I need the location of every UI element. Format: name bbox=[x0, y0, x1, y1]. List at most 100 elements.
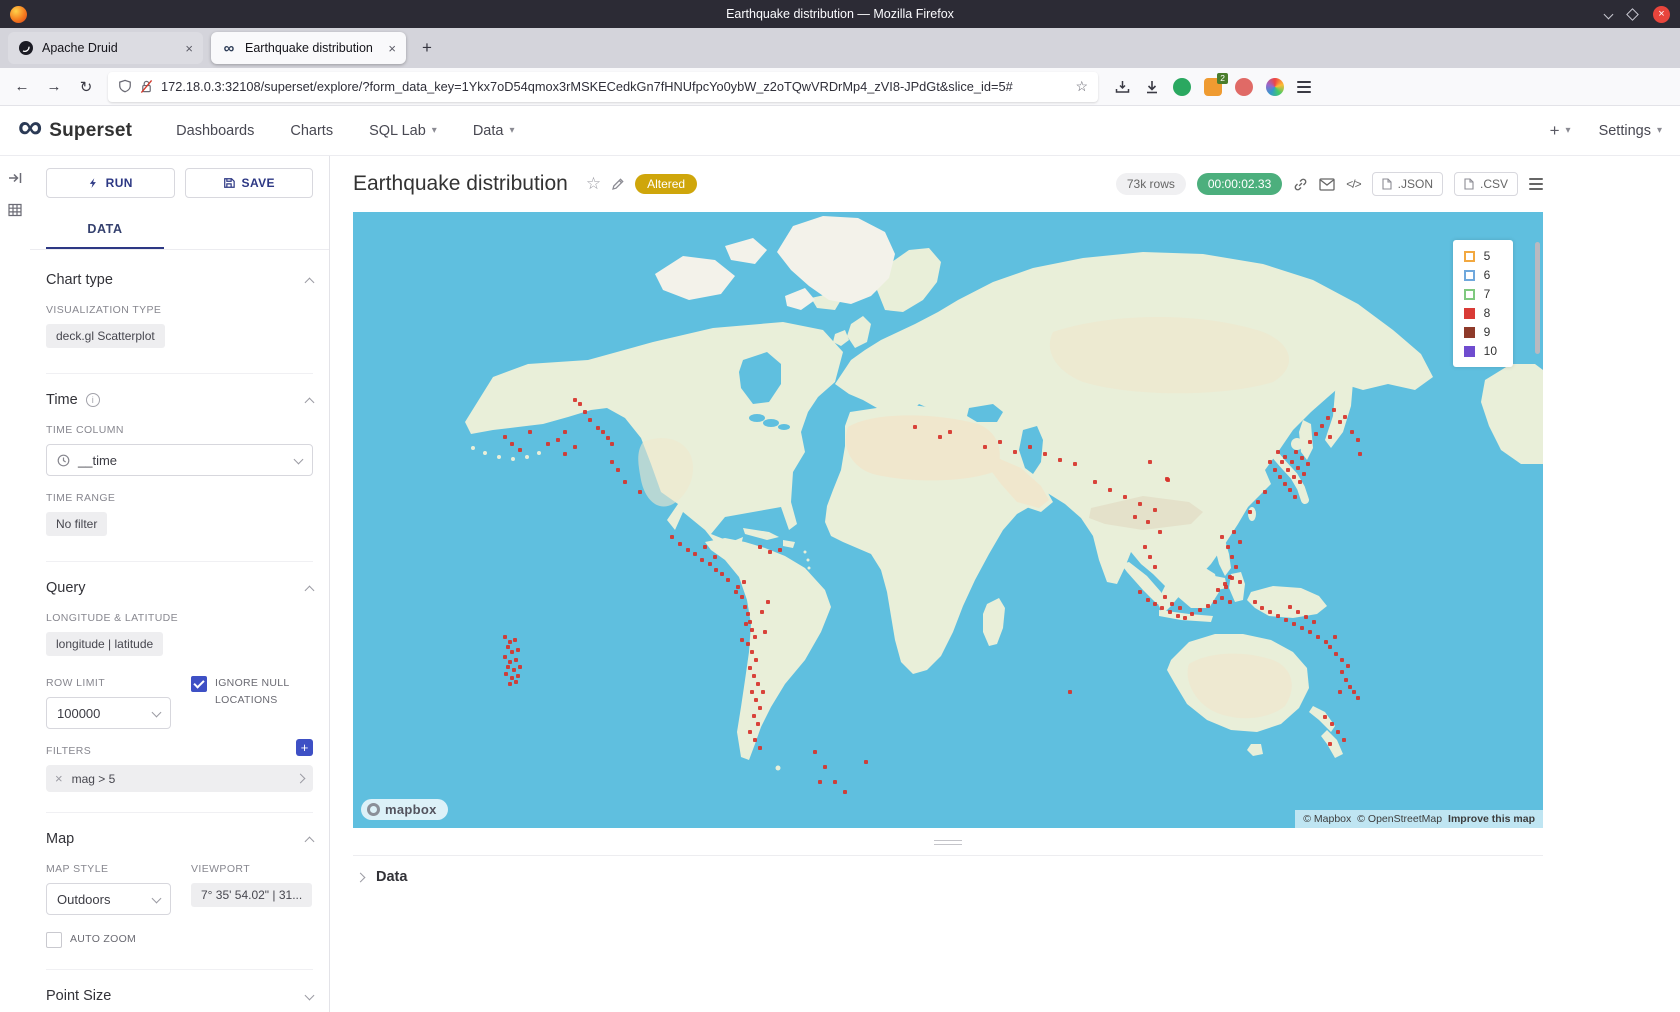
row-limit-select[interactable]: 100000 bbox=[46, 697, 171, 729]
earthquake-point[interactable] bbox=[750, 628, 754, 632]
dataset-grid-icon[interactable] bbox=[7, 202, 23, 218]
earthquake-point[interactable] bbox=[1260, 606, 1264, 610]
attribution-osm-link[interactable]: © OpenStreetMap bbox=[1357, 813, 1442, 825]
earthquake-point[interactable] bbox=[503, 635, 507, 639]
earthquake-point[interactable] bbox=[1123, 495, 1127, 499]
nav-item-charts[interactable]: Charts bbox=[290, 123, 333, 139]
earthquake-point[interactable] bbox=[1220, 535, 1224, 539]
map-legend[interactable]: 5678910 bbox=[1453, 240, 1513, 367]
url-text[interactable]: 172.18.0.3:32108/superset/explore/?form_… bbox=[161, 79, 1067, 94]
window-maximize-icon[interactable] bbox=[1626, 8, 1639, 21]
earthquake-point[interactable] bbox=[1224, 585, 1228, 589]
earthquake-point[interactable] bbox=[758, 706, 762, 710]
earthquake-point[interactable] bbox=[1138, 502, 1142, 506]
earthquake-point[interactable] bbox=[758, 746, 762, 750]
time-column-select[interactable]: __time bbox=[46, 444, 313, 476]
earthquake-point[interactable] bbox=[736, 585, 740, 589]
embed-code-icon[interactable]: </> bbox=[1346, 177, 1360, 191]
earthquake-point[interactable] bbox=[748, 620, 752, 624]
section-header[interactable]: Chart type bbox=[46, 272, 313, 288]
earthquake-point[interactable] bbox=[743, 605, 747, 609]
earthquake-point[interactable] bbox=[1226, 545, 1230, 549]
browser-tab-apache-druid[interactable]: Apache Druid × bbox=[8, 32, 203, 64]
tab-data[interactable]: DATA bbox=[46, 212, 164, 249]
run-button[interactable]: RUN bbox=[46, 168, 175, 198]
bookmark-star-icon[interactable]: ☆ bbox=[1075, 78, 1088, 95]
earthquake-point[interactable] bbox=[508, 682, 512, 686]
legend-item[interactable]: 5 bbox=[1464, 249, 1497, 263]
earthquake-point[interactable] bbox=[768, 550, 772, 554]
earthquake-point[interactable] bbox=[601, 430, 605, 434]
longitude-latitude-chip[interactable]: longitude | latitude bbox=[46, 632, 163, 656]
earthquake-point[interactable] bbox=[1013, 450, 1017, 454]
earthquake-point[interactable] bbox=[1138, 590, 1142, 594]
expand-datasource-panel-icon[interactable] bbox=[7, 170, 23, 186]
earthquake-point[interactable] bbox=[508, 640, 512, 644]
email-icon[interactable] bbox=[1319, 178, 1335, 191]
section-header[interactable]: Point Size bbox=[46, 988, 313, 1004]
earthquake-point[interactable] bbox=[1342, 738, 1346, 742]
earthquake-point[interactable] bbox=[514, 658, 518, 662]
earthquake-point[interactable] bbox=[1326, 416, 1330, 420]
earthquake-point[interactable] bbox=[1292, 475, 1296, 479]
save-button[interactable]: SAVE bbox=[185, 168, 314, 198]
extension-orange-icon[interactable]: 2 bbox=[1204, 78, 1222, 96]
earthquake-point[interactable] bbox=[1352, 690, 1356, 694]
earthquake-point[interactable] bbox=[766, 600, 770, 604]
section-header[interactable]: Map bbox=[46, 831, 313, 847]
earthquake-point[interactable] bbox=[734, 590, 738, 594]
earthquake-point[interactable] bbox=[1273, 468, 1277, 472]
forward-button[interactable]: → bbox=[44, 78, 64, 95]
earthquake-point[interactable] bbox=[1290, 460, 1294, 464]
earthquake-point[interactable] bbox=[1043, 452, 1047, 456]
earthquake-point[interactable] bbox=[1306, 462, 1310, 466]
browser-menu-icon[interactable] bbox=[1297, 81, 1311, 93]
earthquake-point[interactable] bbox=[1283, 482, 1287, 486]
window-minimize-icon[interactable] bbox=[1604, 9, 1614, 19]
earthquake-point[interactable] bbox=[1206, 604, 1210, 608]
earthquake-point[interactable] bbox=[1163, 595, 1167, 599]
earthquake-point[interactable] bbox=[938, 435, 942, 439]
earthquake-point[interactable] bbox=[1278, 475, 1282, 479]
data-panel-drag-handle[interactable] bbox=[934, 840, 962, 845]
export-csv-button[interactable]: .CSV bbox=[1454, 172, 1518, 196]
earthquake-point[interactable] bbox=[1308, 440, 1312, 444]
window-close-icon[interactable]: × bbox=[1653, 6, 1670, 23]
earthquake-point[interactable] bbox=[503, 435, 507, 439]
section-header[interactable]: Query bbox=[46, 580, 313, 596]
earthquake-point[interactable] bbox=[1153, 565, 1157, 569]
earthquake-point[interactable] bbox=[506, 665, 510, 669]
earthquake-point[interactable] bbox=[1268, 460, 1272, 464]
earthquake-point[interactable] bbox=[1248, 510, 1252, 514]
earthquake-point[interactable] bbox=[573, 398, 577, 402]
earthquake-point[interactable] bbox=[742, 580, 746, 584]
remove-filter-icon[interactable]: × bbox=[55, 771, 63, 786]
earthquake-point[interactable] bbox=[778, 548, 782, 552]
earthquake-point[interactable] bbox=[1300, 456, 1304, 460]
earthquake-point[interactable] bbox=[1293, 495, 1297, 499]
earthquake-point[interactable] bbox=[516, 648, 520, 652]
map-canvas[interactable]: 5678910 mapbox © Mapbox © OpenStreetMap … bbox=[353, 212, 1543, 828]
earthquake-point[interactable] bbox=[754, 658, 758, 662]
favorite-star-icon[interactable]: ☆ bbox=[586, 174, 601, 194]
earthquake-point[interactable] bbox=[578, 402, 582, 406]
earthquake-point[interactable] bbox=[744, 622, 748, 626]
earthquake-point[interactable] bbox=[1350, 430, 1354, 434]
earthquake-point[interactable] bbox=[1183, 616, 1187, 620]
earthquake-point[interactable] bbox=[1190, 612, 1194, 616]
earthquake-point[interactable] bbox=[1165, 477, 1169, 481]
earthquake-point[interactable] bbox=[1302, 472, 1306, 476]
earthquake-point[interactable] bbox=[998, 440, 1002, 444]
earthquake-point[interactable] bbox=[610, 460, 614, 464]
earthquake-point[interactable] bbox=[1228, 600, 1232, 604]
earthquake-point[interactable] bbox=[1320, 424, 1324, 428]
earthquake-point[interactable] bbox=[750, 650, 754, 654]
earthquake-point[interactable] bbox=[1304, 615, 1308, 619]
earthquake-point[interactable] bbox=[1158, 530, 1162, 534]
earthquake-point[interactable] bbox=[573, 445, 577, 449]
earthquake-point[interactable] bbox=[1058, 458, 1062, 462]
downloads-icon[interactable] bbox=[1144, 79, 1160, 95]
earthquake-point[interactable] bbox=[1148, 555, 1152, 559]
viz-type-chip[interactable]: deck.gl Scatterplot bbox=[46, 324, 165, 348]
earthquake-point[interactable] bbox=[1332, 408, 1336, 412]
